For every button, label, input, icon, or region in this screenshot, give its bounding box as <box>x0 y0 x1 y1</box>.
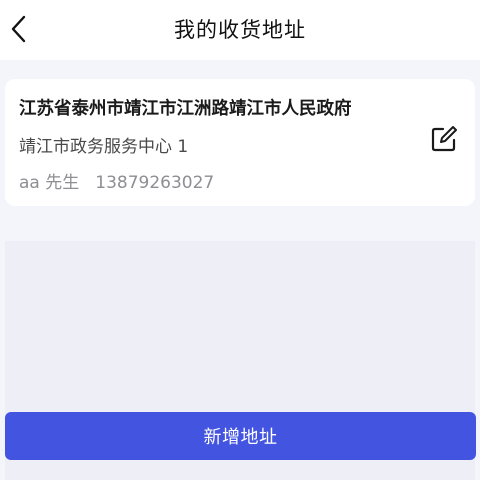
address-full-text: 江苏省泰州市靖江市江洲路靖江市人民政府 <box>19 99 352 119</box>
navigation-bar: 我的收货地址 <box>0 0 480 60</box>
address-detail-text: 靖江市政务服务中心 1 <box>19 137 189 157</box>
contact-phone: 13879263027 <box>95 173 215 193</box>
address-contact: aa 先生 13879263027 <box>19 168 214 193</box>
contact-name: aa 先生 <box>19 173 80 193</box>
add-address-button[interactable]: 新增地址 <box>5 412 476 460</box>
page-title: 我的收货地址 <box>174 18 306 42</box>
edit-address-button[interactable] <box>430 125 458 153</box>
edit-icon <box>431 126 457 152</box>
address-list-page: 我的收货地址 江苏省泰州市靖江市江洲路靖江市人民政府 靖江市政务服务中心 1 a… <box>0 0 480 480</box>
address-card[interactable]: 江苏省泰州市靖江市江洲路靖江市人民政府 靖江市政务服务中心 1 aa 先生 138… <box>5 79 475 206</box>
